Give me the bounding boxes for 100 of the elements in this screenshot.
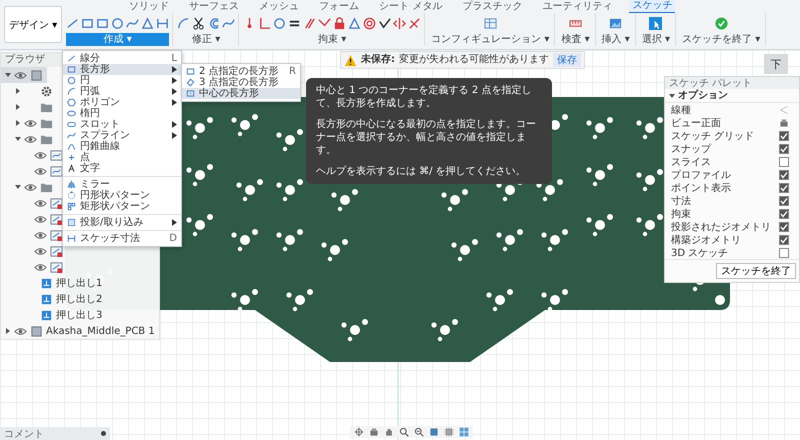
collapse-arrow-icon[interactable]: [15, 136, 21, 142]
group-menu-button[interactable]: 挿入 ▾: [600, 33, 632, 46]
menu-item[interactable]: 円形状パターン: [63, 190, 181, 201]
concentric-icon[interactable]: [363, 16, 376, 30]
triangle-icon[interactable]: [348, 16, 362, 30]
perpendicular-icon[interactable]: [258, 16, 272, 30]
checkbox[interactable]: [779, 196, 789, 206]
group-menu-button[interactable]: 拘束 ▾: [243, 33, 422, 46]
group-menu-button[interactable]: 検査 ▾: [559, 33, 592, 46]
menu-item[interactable]: 長方形: [63, 64, 181, 75]
checkbox[interactable]: [779, 208, 789, 218]
menu-item[interactable]: 文字: [63, 163, 181, 174]
menu-item[interactable]: スケッチ寸法 D: [63, 233, 181, 244]
menu-item[interactable]: 3 点指定の長方形: [182, 77, 300, 88]
panel-title: コメント: [4, 428, 44, 440]
collapse-arrow-icon[interactable]: [15, 184, 21, 190]
group-menu-button[interactable]: 選択 ▾: [640, 33, 672, 46]
toolbar-tab[interactable]: メッシュ: [256, 0, 302, 13]
curve-icon[interactable]: [126, 16, 140, 30]
component-icon: [30, 324, 43, 338]
menu-item[interactable]: ミラー: [63, 179, 181, 190]
magnifier-icon[interactable]: [414, 427, 424, 437]
menu-item[interactable]: 中心の長方形: [182, 88, 300, 99]
collapse-arrow-icon[interactable]: [669, 92, 675, 98]
parallel-icon[interactable]: [303, 16, 316, 30]
toolbar-tab[interactable]: フォーム: [316, 0, 362, 13]
dimension-icon[interactable]: [156, 16, 170, 30]
checkbox[interactable]: [779, 156, 789, 166]
menu-item[interactable]: 円: [63, 75, 181, 86]
magnifier-icon[interactable]: [399, 427, 409, 437]
collapse-arrow-icon[interactable]: [5, 72, 11, 78]
save-button[interactable]: 保存: [553, 53, 581, 67]
tree-row[interactable]: [1, 67, 47, 83]
rectangle-icon[interactable]: [96, 16, 110, 30]
expand-arrow-icon[interactable]: [15, 88, 21, 94]
toolbar-tab[interactable]: サーフェス: [186, 0, 242, 13]
check-mark-icon[interactable]: [378, 16, 392, 30]
table-icon[interactable]: [484, 16, 497, 30]
cursor-icon[interactable]: [649, 16, 662, 30]
group-menu-button[interactable]: 作成 ▾: [66, 33, 170, 46]
arc-icon[interactable]: [177, 16, 190, 30]
group-menu-button[interactable]: コンフィギュレーション ▾: [429, 33, 552, 46]
toolbar-tab[interactable]: スケッチ: [629, 0, 676, 13]
menu-item[interactable]: 線分 L: [63, 53, 181, 64]
grid-icon[interactable]: [444, 427, 454, 437]
tree-row[interactable]: 押し出し3: [1, 307, 106, 323]
toolbar-tab[interactable]: ソリッド: [126, 0, 172, 13]
circle-icon[interactable]: [273, 16, 286, 30]
triangle-icon[interactable]: [141, 16, 154, 30]
checkbox[interactable]: [779, 248, 789, 258]
menu-item[interactable]: 円錐曲線: [63, 141, 181, 152]
menu-item[interactable]: スプライン: [63, 130, 181, 141]
checkbox[interactable]: [779, 234, 789, 244]
add-comment-icon[interactable]: [101, 431, 106, 436]
curvature-icon[interactable]: [408, 16, 422, 30]
tree-row[interactable]: Akasha_Middle_PCB 1: [1, 323, 159, 339]
menu-item[interactable]: 投影/取り込み: [63, 217, 181, 228]
toolbar-tab[interactable]: シート メタル: [376, 0, 446, 13]
line-icon[interactable]: [66, 16, 80, 30]
check-circle-icon[interactable]: [714, 16, 728, 30]
look-at-icon[interactable]: [779, 118, 789, 128]
rectangle-icon[interactable]: [81, 16, 94, 30]
toolbar-tab[interactable]: ユーティリティ: [539, 0, 616, 13]
menu-item[interactable]: ポリゴン: [63, 97, 181, 108]
toolbar-tab[interactable]: プラスチック: [459, 0, 526, 13]
menu-item[interactable]: 円弧: [63, 86, 181, 97]
workspace-button[interactable]: デザイン ▾: [4, 6, 62, 43]
symmetric-icon[interactable]: [393, 16, 406, 30]
tree-row[interactable]: 押し出し1: [1, 275, 106, 291]
checkbox[interactable]: [779, 144, 789, 154]
scissors-icon[interactable]: [192, 16, 206, 30]
orbit-icon[interactable]: [354, 427, 364, 437]
menu-item[interactable]: 点: [63, 152, 181, 163]
checkbox[interactable]: [779, 170, 789, 180]
group-menu-button[interactable]: 修正 ▾: [177, 33, 236, 46]
view-cube[interactable]: 下: [764, 54, 788, 74]
group-menu-button[interactable]: スケッチを終了 ▾: [680, 33, 762, 46]
menu-item[interactable]: 矩形状パターン: [63, 201, 181, 212]
viewports-icon[interactable]: [459, 427, 469, 437]
checkbox[interactable]: [779, 182, 789, 192]
display-mode-icon[interactable]: [429, 427, 439, 437]
menu-item[interactable]: 2 点指定の長方形 R: [182, 66, 300, 77]
lock-icon[interactable]: [333, 16, 346, 30]
picture-icon[interactable]: [609, 16, 622, 30]
tree-row[interactable]: 押し出し2: [1, 291, 106, 307]
circle-icon[interactable]: [111, 16, 124, 30]
expand-arrow-icon[interactable]: [15, 104, 21, 110]
menu-item[interactable]: スロット: [63, 119, 181, 130]
checkbox[interactable]: [779, 130, 789, 140]
offset-icon[interactable]: [207, 16, 220, 30]
menu-item[interactable]: 楕円: [63, 108, 181, 119]
finish-sketch-button[interactable]: スケッチを終了: [716, 263, 796, 279]
expand-arrow-icon[interactable]: [5, 328, 11, 334]
slot-icon: [67, 120, 76, 129]
expand-arrow-icon[interactable]: [15, 120, 21, 126]
checkbox[interactable]: [779, 222, 789, 232]
section-title[interactable]: オプション: [678, 89, 728, 102]
curve-icon[interactable]: [222, 16, 236, 30]
look-at-icon[interactable]: [369, 427, 379, 437]
hand-icon[interactable]: [384, 427, 394, 437]
